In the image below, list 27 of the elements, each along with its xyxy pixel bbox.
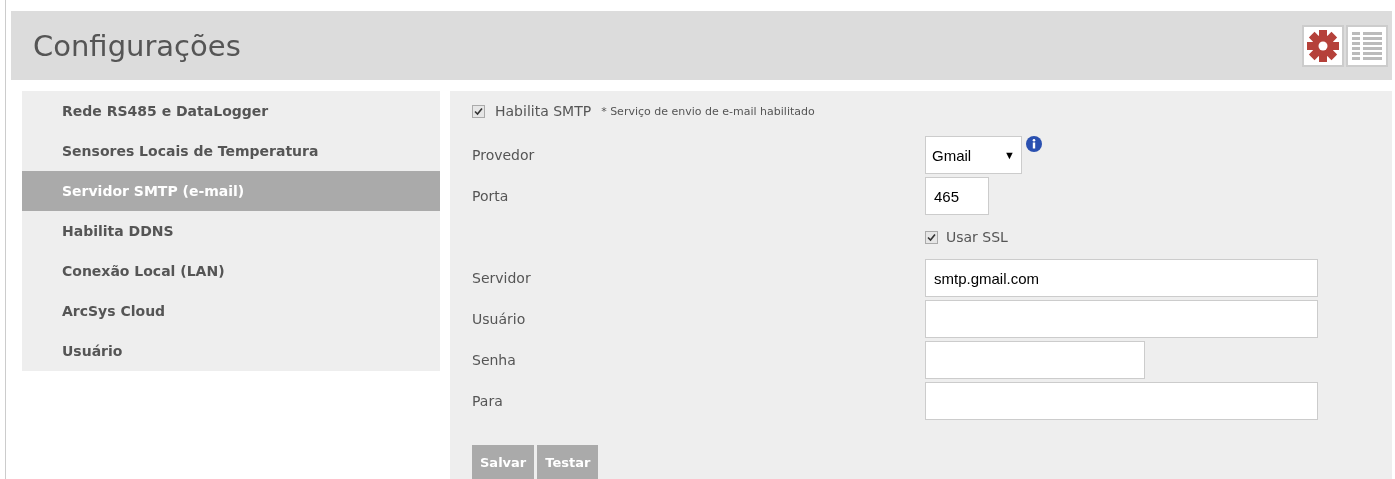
- field-label: Para: [472, 393, 504, 409]
- sidebar-item[interactable]: Sensores Locais de Temperatura: [22, 131, 440, 171]
- sidebar-item[interactable]: Usuário: [22, 331, 440, 371]
- checkbox[interactable]: [472, 104, 485, 118]
- input-field[interactable]: 465: [925, 177, 989, 215]
- provider-select[interactable]: Gmail ▼: [925, 136, 1022, 174]
- checkbox-label: Habilita SMTP: [495, 103, 592, 119]
- page-title: Configurações: [33, 28, 241, 63]
- note-text: * Serviço de envio de e-mail habilitado: [601, 104, 815, 118]
- gear-icon: [1306, 28, 1340, 63]
- info-icon[interactable]: [1026, 136, 1042, 152]
- settings-button[interactable]: [1302, 24, 1344, 67]
- checkbox-label: Usar SSL: [946, 229, 1008, 245]
- field-label: Provedor: [472, 147, 536, 163]
- field-label: Usuário: [472, 311, 527, 327]
- field-label: Porta: [472, 188, 510, 204]
- input-field[interactable]: [925, 300, 1318, 338]
- sidebar-item[interactable]: ArcSys Cloud: [22, 291, 440, 331]
- input-field[interactable]: [925, 382, 1318, 420]
- checkbox[interactable]: [925, 230, 938, 244]
- field-label: Senha: [472, 352, 517, 368]
- input-field[interactable]: [925, 341, 1145, 379]
- sidebar-item[interactable]: Habilita DDNS: [22, 211, 440, 251]
- input-field[interactable]: smtp.gmail.com: [925, 259, 1318, 297]
- sidebar-item[interactable]: Conexão Local (LAN): [22, 251, 440, 291]
- field-label: Servidor: [472, 270, 532, 286]
- sidebar-item[interactable]: Rede RS485 e DataLogger: [22, 91, 440, 131]
